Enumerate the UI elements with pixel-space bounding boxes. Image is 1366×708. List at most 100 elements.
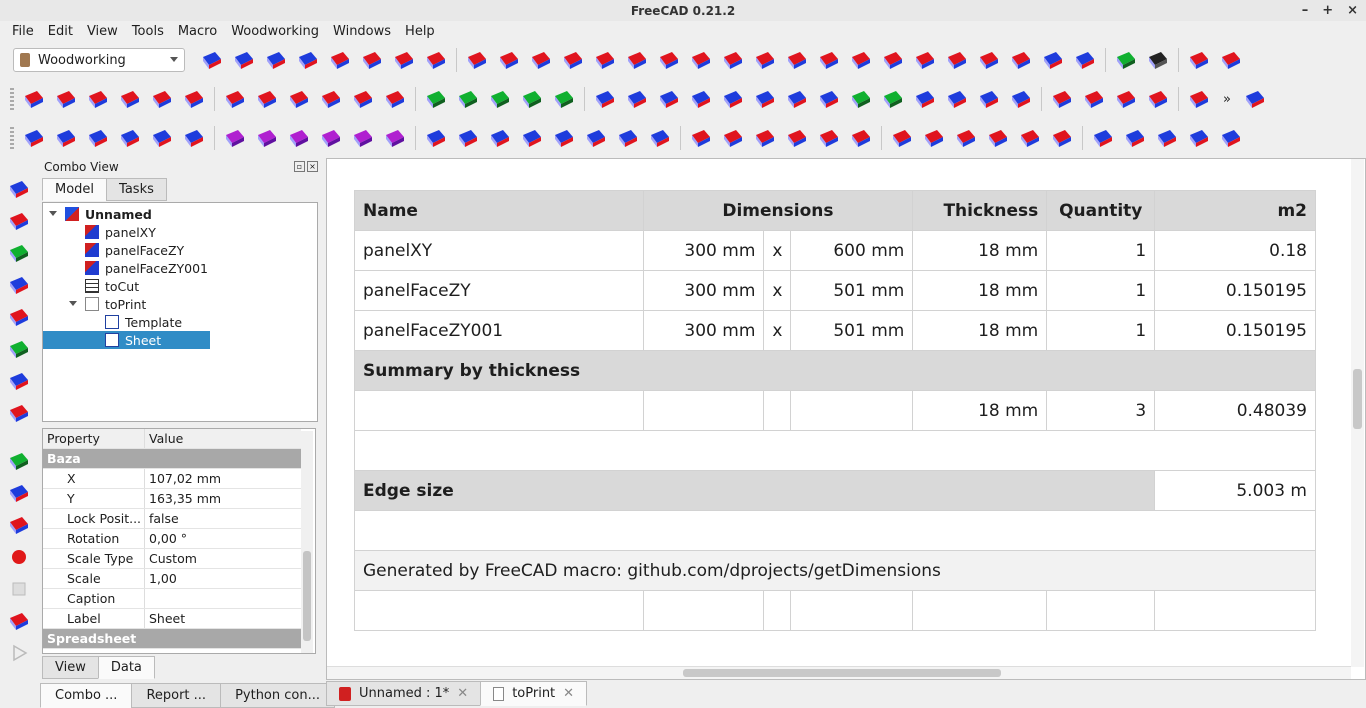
cell-name[interactable]: panelFaceZY001 [354,310,644,351]
resize-icon[interactable] [457,127,479,149]
property-row[interactable]: X 107,02 mm [43,469,301,489]
tree-item[interactable]: toPrint [85,295,146,313]
new-file-icon[interactable] [201,49,223,71]
panel-variant-icon[interactable] [786,49,808,71]
cell-empty[interactable] [354,430,1316,471]
front-icon[interactable] [946,88,968,110]
panel-copy-icon[interactable] [361,49,383,71]
axis-icon[interactable] [850,127,872,149]
close-icon[interactable]: ✕ [457,686,468,701]
panel-variant-icon[interactable] [818,49,840,71]
axis-icon[interactable] [818,127,840,149]
panel-default-icon[interactable] [329,49,351,71]
axis-icon[interactable] [754,127,776,149]
edge-icon[interactable] [987,127,1009,149]
panel-magic-icon[interactable] [393,49,415,71]
edge-icon[interactable] [1019,127,1041,149]
resize-icon[interactable] [585,127,607,149]
cube-blue-icon[interactable] [8,338,30,360]
panel-face-icon[interactable] [183,88,205,110]
cell-empty[interactable] [763,590,792,631]
panel-variant-icon[interactable] [850,49,872,71]
close-icon[interactable]: ✕ [563,686,574,701]
magnifier-icon[interactable] [8,450,30,472]
workbench-selector[interactable]: Woodworking [13,48,185,72]
panel-variant-icon[interactable] [914,49,936,71]
panel-side-icon[interactable] [626,49,648,71]
resize-icon[interactable] [617,127,639,149]
edge-value[interactable]: 5.003 m [1154,470,1316,511]
edge-icon[interactable] [955,127,977,149]
cell-empty[interactable] [1046,590,1156,631]
furniture-icon[interactable] [594,88,616,110]
nodes-icon[interactable] [8,514,30,536]
close-button[interactable]: × [1347,3,1358,18]
spreadsheet-icon[interactable] [8,242,30,264]
part-icon[interactable] [8,210,30,232]
panel-between-icon[interactable] [384,88,406,110]
panel-variant-icon[interactable] [946,49,968,71]
front-icon[interactable] [978,88,1000,110]
property-row[interactable]: Label Sheet [43,609,301,629]
summary-title[interactable]: Summary by thickness [354,350,1316,391]
tree-item[interactable]: toCut [85,277,139,295]
panel-face-icon[interactable] [87,88,109,110]
edge-icon[interactable] [923,127,945,149]
furniture-icon[interactable] [658,88,680,110]
property-row[interactable]: Scale Type Custom [43,549,301,569]
cell-empty[interactable] [354,390,644,431]
panel-face-icon[interactable] [23,88,45,110]
tab-view[interactable]: View [42,656,99,679]
cell-area[interactable]: 0.150195 [1154,270,1316,311]
tool-icon[interactable] [1147,88,1169,110]
edge-icon[interactable] [1051,127,1073,149]
property-group[interactable]: Baza [43,449,301,469]
print-icon[interactable] [498,49,520,71]
resize-icon[interactable] [425,127,447,149]
green-panel-icon[interactable] [882,88,904,110]
panel-between-icon[interactable] [256,88,278,110]
menu-help[interactable]: Help [399,24,441,39]
tree-item[interactable]: panelXY [85,223,156,241]
toolbar-grip[interactable] [10,88,14,110]
cell-width[interactable]: 300 mm [642,230,765,271]
panel-purple-icon[interactable] [288,127,310,149]
resize-icon[interactable] [521,127,543,149]
panel-purple-icon[interactable] [256,127,278,149]
black-box-icon[interactable] [1147,49,1169,71]
property-row[interactable]: Scale 1,00 [43,569,301,589]
tab-combo[interactable]: Combo ... [40,683,133,708]
panel-move-icon[interactable] [425,49,447,71]
close-icon[interactable]: × [307,161,318,172]
play-icon[interactable] [8,642,30,664]
property-row[interactable]: Caption [43,589,301,609]
panel-purple-icon[interactable] [224,127,246,149]
view-icon[interactable] [1188,127,1210,149]
stop-icon[interactable] [8,578,30,600]
tab-unnamed[interactable]: Unnamed : 1* ✕ [326,681,482,706]
axis-icon[interactable] [722,127,744,149]
tool-icon[interactable] [1115,88,1137,110]
vertical-scrollbar[interactable] [1351,159,1364,667]
more-tools-icon[interactable]: » [1223,92,1231,107]
panel-variant-icon[interactable] [754,49,776,71]
cell-empty[interactable] [642,590,765,631]
panel-face-icon[interactable] [55,88,77,110]
cell-thickness[interactable]: 18 mm [912,230,1048,271]
green-edge-icon[interactable] [489,88,511,110]
panel-thin-icon[interactable] [183,127,205,149]
panel-variant-icon[interactable] [690,49,712,71]
green-cube-icon[interactable] [850,88,872,110]
view-icon[interactable] [1124,127,1146,149]
macro-edit-icon[interactable] [8,610,30,632]
counter-2-icon[interactable] [1042,49,1064,71]
menu-woodworking[interactable]: Woodworking [225,24,325,39]
view-icon[interactable] [1092,127,1114,149]
stack-icon[interactable] [8,402,30,424]
panel-variant-icon[interactable] [722,49,744,71]
cell-x[interactable]: x [763,270,792,311]
panel-purple-icon[interactable] [384,127,406,149]
layers-icon[interactable] [8,178,30,200]
cell-name[interactable]: panelFaceZY [354,270,644,311]
cell-empty[interactable] [763,390,792,431]
